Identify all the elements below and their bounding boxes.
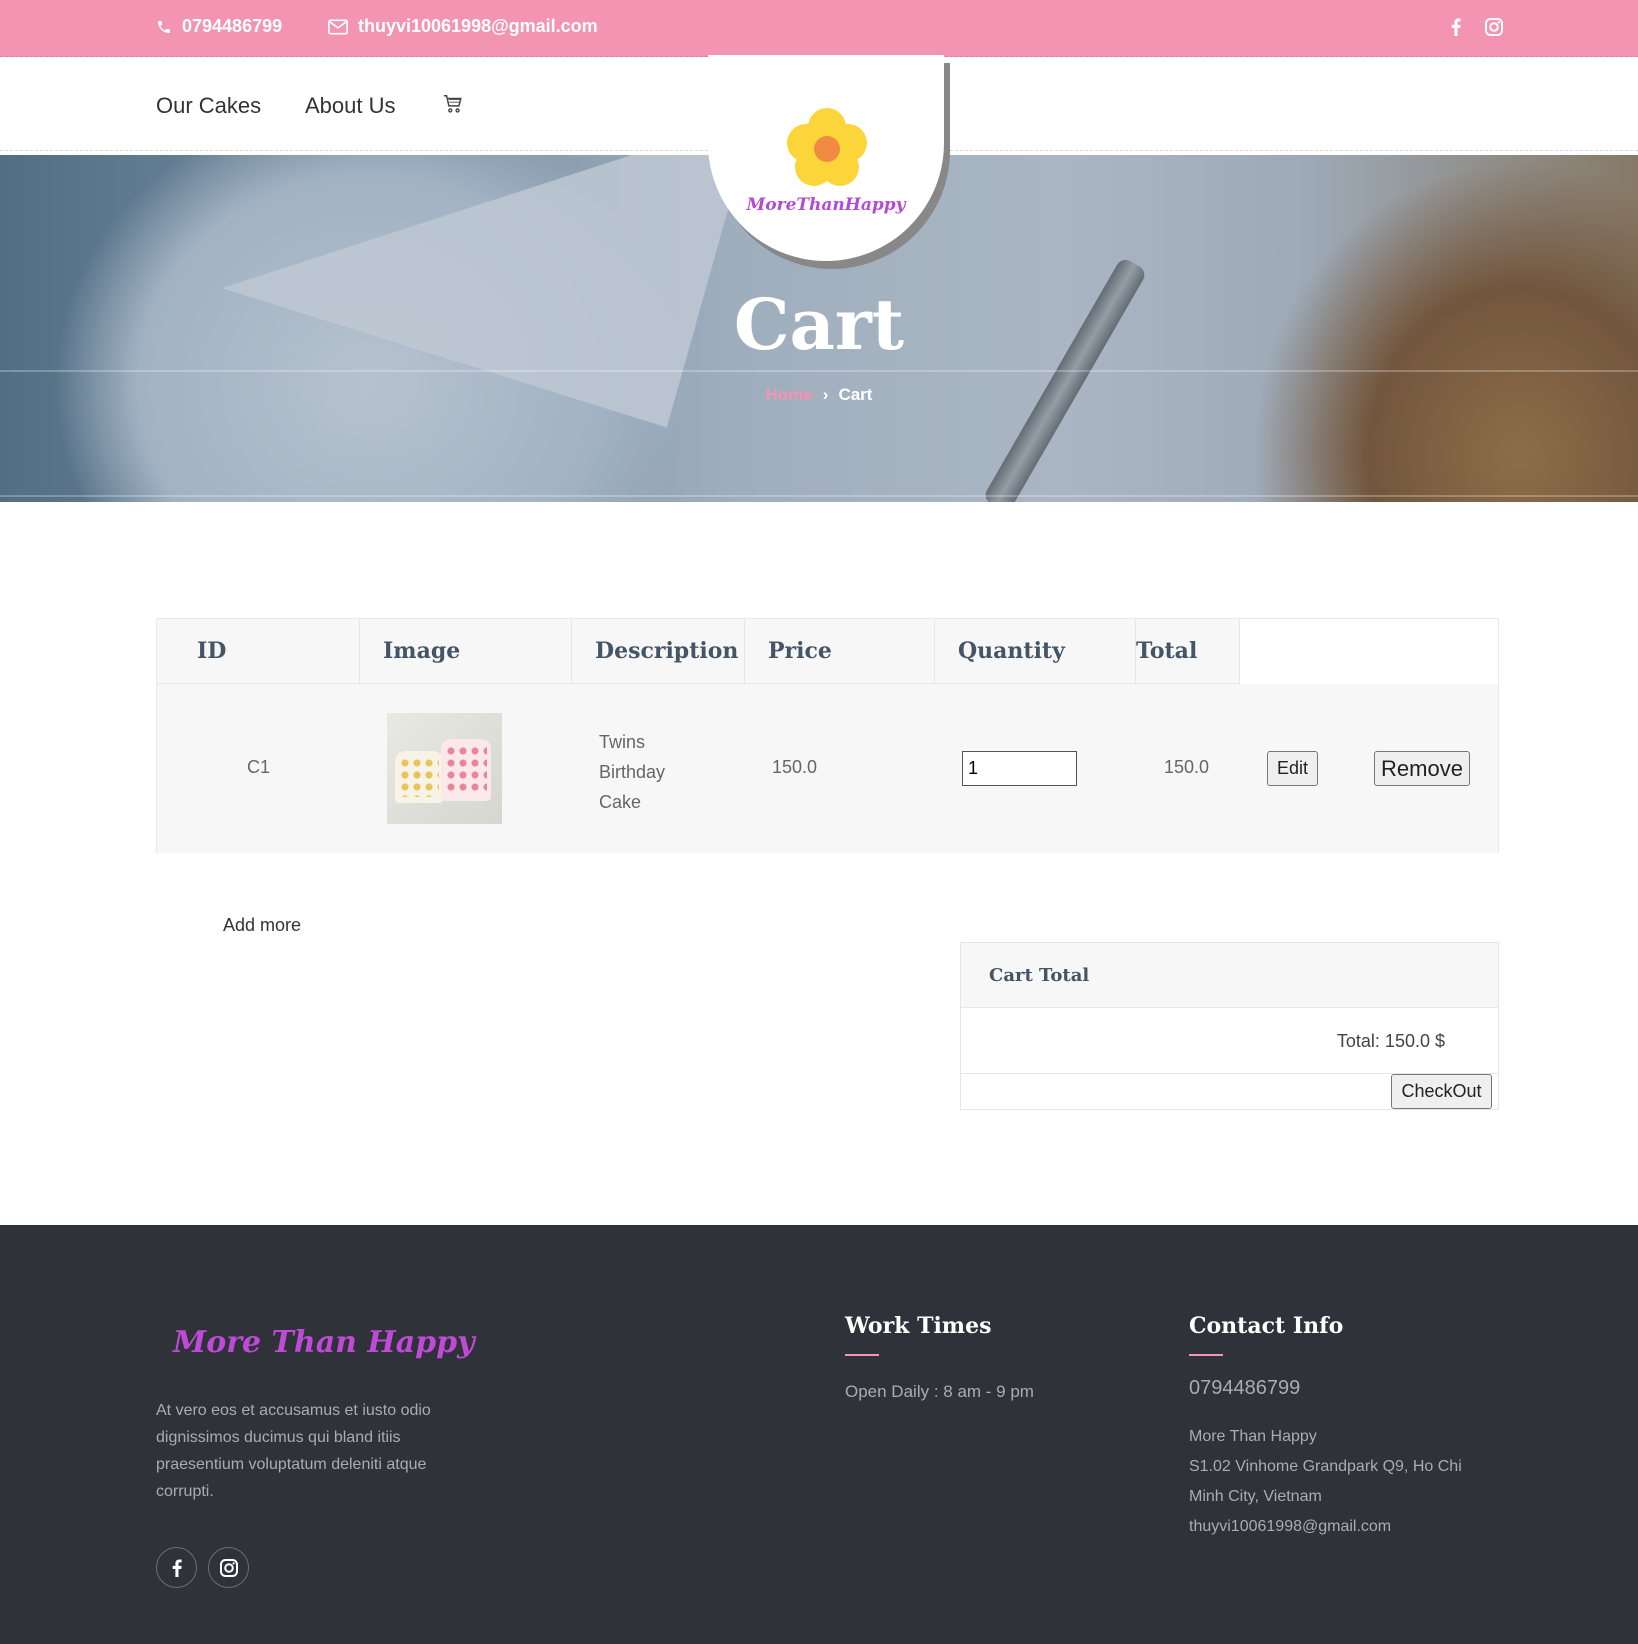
footer-email[interactable]: thuyvi10061998@gmail.com <box>1189 1512 1489 1542</box>
cell-price: 150.0 <box>772 757 818 777</box>
edit-button[interactable]: Edit <box>1267 751 1318 786</box>
remove-button[interactable]: Remove <box>1374 751 1470 786</box>
breadcrumb-current: Cart <box>838 385 873 404</box>
footer-contact-title: Contact Info <box>1189 1313 1344 1339</box>
cell-description: Twins Birthday Cake <box>599 732 666 812</box>
cart-total-box: Cart Total Total: 150.0 $ CheckOut <box>960 942 1499 1110</box>
footer-brand: More Than Happy <box>173 1325 475 1360</box>
instagram-icon[interactable] <box>208 1547 249 1588</box>
site-footer: More Than Happy At vero eos et accusamus… <box>0 1225 1638 1644</box>
header-total: Total <box>1136 619 1240 684</box>
phone-icon <box>158 20 170 33</box>
header-quantity: Quantity <box>935 619 1136 684</box>
nav-our-cakes[interactable]: Our Cakes <box>156 93 261 119</box>
hero-divider <box>0 495 1638 497</box>
footer-phone[interactable]: 0794486799 <box>1189 1377 1300 1400</box>
cell-id: C1 <box>247 757 271 777</box>
page-title: Cart <box>733 283 905 366</box>
topbar-email[interactable]: thuyvi10061998@gmail.com <box>328 16 598 37</box>
footer-address-line: S1.02 Vinhome Grandpark Q9, Ho Chi Minh … <box>1189 1458 1462 1505</box>
breadcrumb-home[interactable]: Home <box>766 385 813 404</box>
topbar-phone-text: 0794486799 <box>182 16 283 36</box>
instagram-icon[interactable] <box>1484 17 1504 37</box>
breadcrumb-separator: › <box>822 385 829 404</box>
footer-title-underline <box>1189 1354 1223 1356</box>
header-description: Description <box>572 619 745 684</box>
quantity-input[interactable] <box>962 751 1077 786</box>
breadcrumb: Home › Cart <box>0 385 1638 405</box>
product-thumbnail <box>387 713 502 824</box>
table-row: C1 Twins Birthday Cake 150.0 150.0 Edit … <box>157 684 1498 853</box>
footer-blurb: At vero eos et accusamus et iusto odio d… <box>156 1402 431 1500</box>
header-image: Image <box>360 619 572 684</box>
checkout-button[interactable]: CheckOut <box>1391 1074 1492 1109</box>
footer-title-underline <box>845 1354 879 1356</box>
hero-divider <box>0 370 1638 372</box>
footer-work-times-title: Work Times <box>845 1313 992 1339</box>
cart-icon[interactable] <box>442 93 464 115</box>
nav-about-us[interactable]: About Us <box>305 93 396 119</box>
flower-logo-icon <box>787 108 867 186</box>
topbar-social <box>1446 17 1504 37</box>
logo-text: MoreThanHappy <box>746 195 906 215</box>
footer-address: More Than Happy S1.02 Vinhome Grandpark … <box>1189 1422 1489 1542</box>
envelope-icon <box>328 19 348 34</box>
topbar-email-text: thuyvi10061998@gmail.com <box>358 16 598 36</box>
cart-total-title: Cart Total <box>961 943 1498 1008</box>
table-header: ID Image Description Price Quantity Tota… <box>157 619 1500 684</box>
cell-total: 150.0 <box>1164 757 1210 777</box>
footer-hours: Open Daily : 8 am - 9 pm <box>845 1382 1034 1401</box>
cart-table: ID Image Description Price Quantity Tota… <box>156 618 1499 853</box>
cart-total-amount: Total: 150.0 $ <box>1336 1031 1445 1051</box>
facebook-icon[interactable] <box>156 1547 197 1588</box>
topbar-phone[interactable]: 0794486799 <box>156 16 282 37</box>
footer-social <box>156 1547 249 1588</box>
header-id: ID <box>157 619 360 684</box>
footer-address-line: More Than Happy <box>1189 1428 1317 1445</box>
top-contact-bar: 0794486799 thuyvi10061998@gmail.com <box>0 0 1638 57</box>
add-more-link[interactable]: Add more <box>223 915 301 936</box>
header-price: Price <box>745 619 935 684</box>
facebook-icon[interactable] <box>1446 17 1466 37</box>
